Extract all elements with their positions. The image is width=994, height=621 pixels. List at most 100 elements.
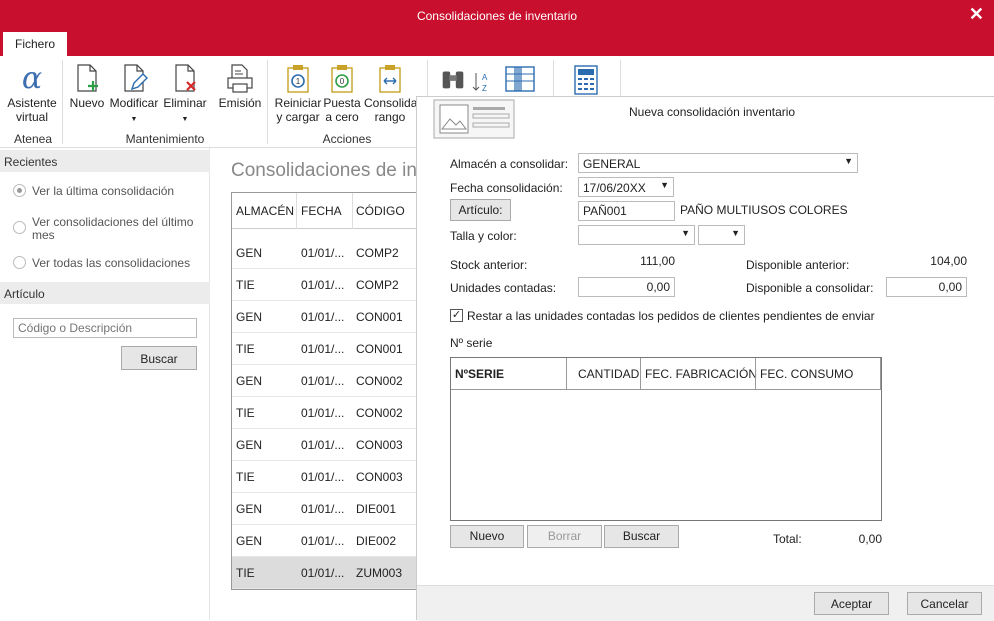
title-bar: Consolidaciones de inventario ✕: [0, 0, 994, 32]
talla-select[interactable]: ▼: [578, 225, 695, 245]
cell-codigo: CON002: [356, 374, 403, 388]
emision-label: Emisión: [218, 96, 262, 110]
table-row[interactable]: TIE 01/01/... CON003: [232, 461, 416, 493]
emision-button[interactable]: Emisión: [216, 62, 264, 110]
col-fec-fabricacion[interactable]: FEC. FABRICACIÓN: [645, 367, 757, 381]
eliminar-button[interactable]: Eliminar ▼: [162, 62, 208, 127]
aceptar-button[interactable]: Aceptar: [814, 592, 889, 615]
radio-dot: [13, 256, 26, 269]
cell-almacen: TIE: [236, 470, 255, 484]
table-row[interactable]: TIE 01/01/... ZUM003: [232, 557, 416, 589]
cell-codigo: CON001: [356, 342, 403, 356]
serie-header: NºSERIE CANTIDAD FEC. FABRICACIÓN FEC. C…: [451, 358, 881, 390]
consolida-rango-button[interactable]: Consolida rango: [364, 62, 417, 124]
cell-fecha: 01/01/...: [301, 438, 345, 452]
table-row[interactable]: GEN 01/01/... CON001: [232, 301, 416, 333]
chevron-down-icon: ▼: [660, 180, 669, 190]
cell-codigo: CON003: [356, 470, 403, 484]
calculator-icon[interactable]: [572, 64, 600, 96]
puesta-label-2: a cero: [325, 110, 359, 124]
restar-label: Restar a las unidades contadas los pedid…: [467, 309, 875, 323]
col-almacen[interactable]: ALMACÉN: [236, 204, 294, 218]
unidades-field[interactable]: 0,00: [578, 277, 675, 297]
restar-checkbox[interactable]: ✓: [450, 309, 463, 322]
table-row[interactable]: GEN 01/01/... DIE001: [232, 493, 416, 525]
cell-almacen: GEN: [236, 438, 263, 452]
serie-borrar-button[interactable]: Borrar: [527, 525, 602, 548]
cell-fecha: 01/01/...: [301, 310, 345, 324]
cell-almacen: TIE: [236, 566, 255, 580]
cell-almacen: GEN: [236, 374, 263, 388]
col-codigo[interactable]: CÓDIGO: [356, 204, 405, 218]
table-row[interactable]: GEN 01/01/... CON003: [232, 429, 416, 461]
serie-nuevo-button[interactable]: Nuevo: [450, 525, 524, 548]
almacen-label: Almacén a consolidar:: [450, 157, 569, 171]
chevron-down-icon: ▼: [844, 156, 853, 166]
table-row[interactable]: TIE 01/01/... COMP2: [232, 269, 416, 301]
delete-document-icon: [175, 64, 196, 92]
modificar-button[interactable]: Modificar ▼: [107, 62, 161, 127]
table-header: ALMACÉN FECHA CÓDIGO: [232, 193, 416, 229]
table-row[interactable]: TIE 01/01/... CON001: [232, 333, 416, 365]
col-cantidad[interactable]: CANTIDAD: [578, 367, 639, 381]
table-row[interactable]: TIE 01/01/... CON002: [232, 397, 416, 429]
printer-icon: [227, 64, 253, 93]
fecha-label: Fecha consolidación:: [450, 181, 563, 195]
svg-text:A: A: [482, 73, 488, 82]
binoculars-icon[interactable]: [438, 64, 468, 94]
radio-label: Ver todas las consolidaciones: [32, 256, 191, 270]
table-row[interactable]: GEN 01/01/... CON002: [232, 365, 416, 397]
cell-fecha: 01/01/...: [301, 470, 345, 484]
sort-az-icon[interactable]: A Z: [472, 70, 494, 94]
fecha-picker[interactable]: 17/06/20XX ▼: [578, 177, 674, 197]
close-icon[interactable]: ✕: [969, 4, 984, 25]
puesta-cero-button[interactable]: 0 Puesta a cero: [322, 62, 362, 124]
radio-ultimo-mes[interactable]: Ver consolidaciones del último mes: [13, 216, 203, 242]
svg-text:1: 1: [296, 77, 301, 86]
table-row[interactable]: GEN 01/01/... DIE002: [232, 525, 416, 557]
asistente-virtual-button[interactable]: α Asistente virtual: [6, 62, 58, 124]
image-placeholder-icon: [433, 99, 515, 139]
cell-almacen: GEN: [236, 310, 263, 324]
articulo-button[interactable]: Artículo:: [450, 199, 511, 221]
reset-icon: 1: [287, 65, 309, 93]
color-select[interactable]: ▼: [698, 225, 745, 245]
article-search-input[interactable]: [13, 318, 197, 338]
serie-buscar-button[interactable]: Buscar: [604, 525, 679, 548]
nuevo-button[interactable]: Nuevo: [68, 62, 106, 110]
col-separator: [352, 193, 353, 229]
columns-icon[interactable]: [504, 64, 536, 94]
reiniciar-cargar-button[interactable]: 1 Reiniciar y cargar: [272, 62, 324, 124]
disponible-anterior-value: 104,00: [930, 254, 967, 268]
cell-codigo: COMP2: [356, 278, 399, 292]
radio-ultima-consolidacion[interactable]: Ver la última consolidación: [13, 184, 174, 198]
cell-fecha: 01/01/...: [301, 246, 345, 260]
buscar-button[interactable]: Buscar: [121, 346, 197, 370]
table-row[interactable]: GEN 01/01/... COMP2: [232, 237, 416, 269]
col-fecha[interactable]: FECHA: [301, 204, 342, 218]
cell-codigo: DIE001: [356, 502, 397, 516]
left-panel: Recientes Ver la última consolidación Ve…: [0, 148, 210, 620]
cell-fecha: 01/01/...: [301, 534, 345, 548]
articulo-code-field[interactable]: PAÑ001: [578, 201, 675, 221]
chevron-down-icon: ▼: [181, 116, 189, 123]
group-atenea: Atenea: [13, 132, 53, 146]
cell-codigo: CON003: [356, 438, 403, 452]
disponible-anterior-label: Disponible anterior:: [746, 258, 850, 272]
chevron-down-icon: ▼: [681, 228, 690, 238]
cell-codigo: DIE002: [356, 534, 397, 548]
almacen-select[interactable]: GENERAL ▼: [578, 153, 858, 173]
radio-todas[interactable]: Ver todas las consolidaciones: [13, 256, 190, 270]
separator: [267, 60, 268, 144]
articulo-description: PAÑO MULTIUSOS COLORES: [680, 203, 848, 217]
col-fec-consumo[interactable]: FEC. CONSUMO: [760, 367, 853, 381]
reiniciar-label-2: y cargar: [276, 110, 320, 124]
cell-almacen: TIE: [236, 342, 255, 356]
radio-dot: [13, 221, 26, 234]
cancelar-button[interactable]: Cancelar: [907, 592, 982, 615]
talla-label: Talla y color:: [450, 229, 517, 243]
col-nserie[interactable]: NºSERIE: [455, 367, 504, 381]
disponible-consolidar-field[interactable]: 0,00: [886, 277, 967, 297]
chevron-down-icon: ▼: [130, 116, 138, 123]
tab-fichero[interactable]: Fichero: [3, 32, 67, 57]
